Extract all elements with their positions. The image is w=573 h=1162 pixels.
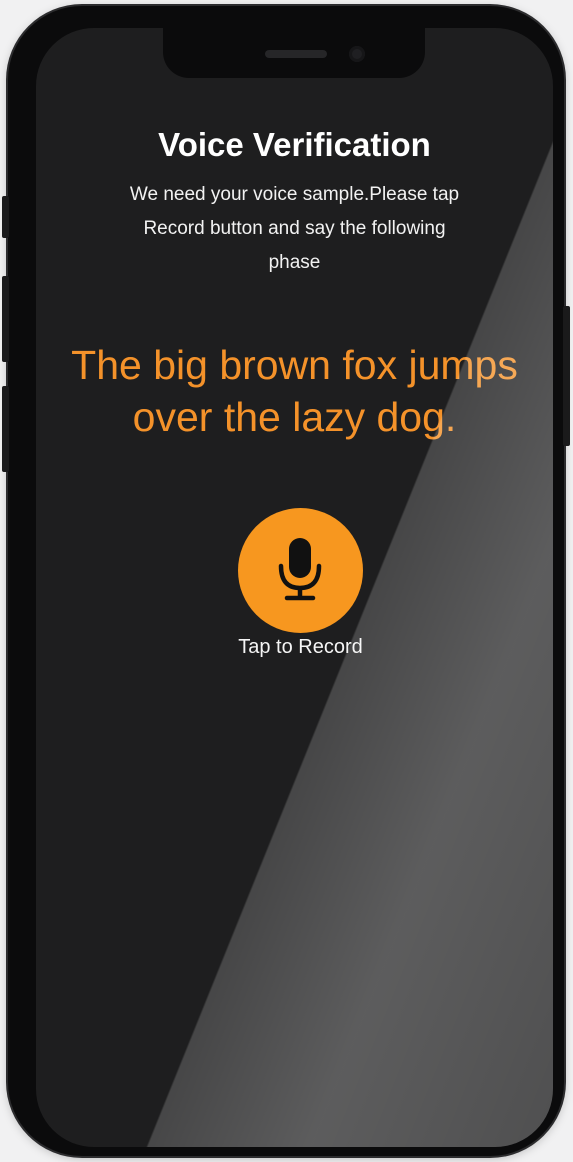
record-label[interactable]: Tap to Record — [36, 636, 553, 659]
volume-up-button — [2, 276, 9, 362]
silent-switch — [2, 196, 9, 238]
stage: Voice Verification We need your voice sa… — [0, 0, 573, 1162]
phone-screen: Voice Verification We need your voice sa… — [36, 28, 553, 1147]
volume-down-button — [2, 386, 9, 472]
notch — [163, 28, 425, 78]
earpiece-speaker — [265, 50, 327, 58]
record-button[interactable] — [238, 508, 363, 633]
microphone-icon — [278, 538, 322, 601]
verification-phrase: The big brown fox jumps over the lazy do… — [71, 342, 518, 440]
instructions-text: We need your voice sample.Please tap Rec… — [129, 184, 460, 273]
front-camera — [349, 46, 365, 62]
page-title: Voice Verification — [158, 126, 431, 163]
power-button — [563, 306, 570, 446]
phone-frame: Voice Verification We need your voice sa… — [2, 6, 570, 1156]
